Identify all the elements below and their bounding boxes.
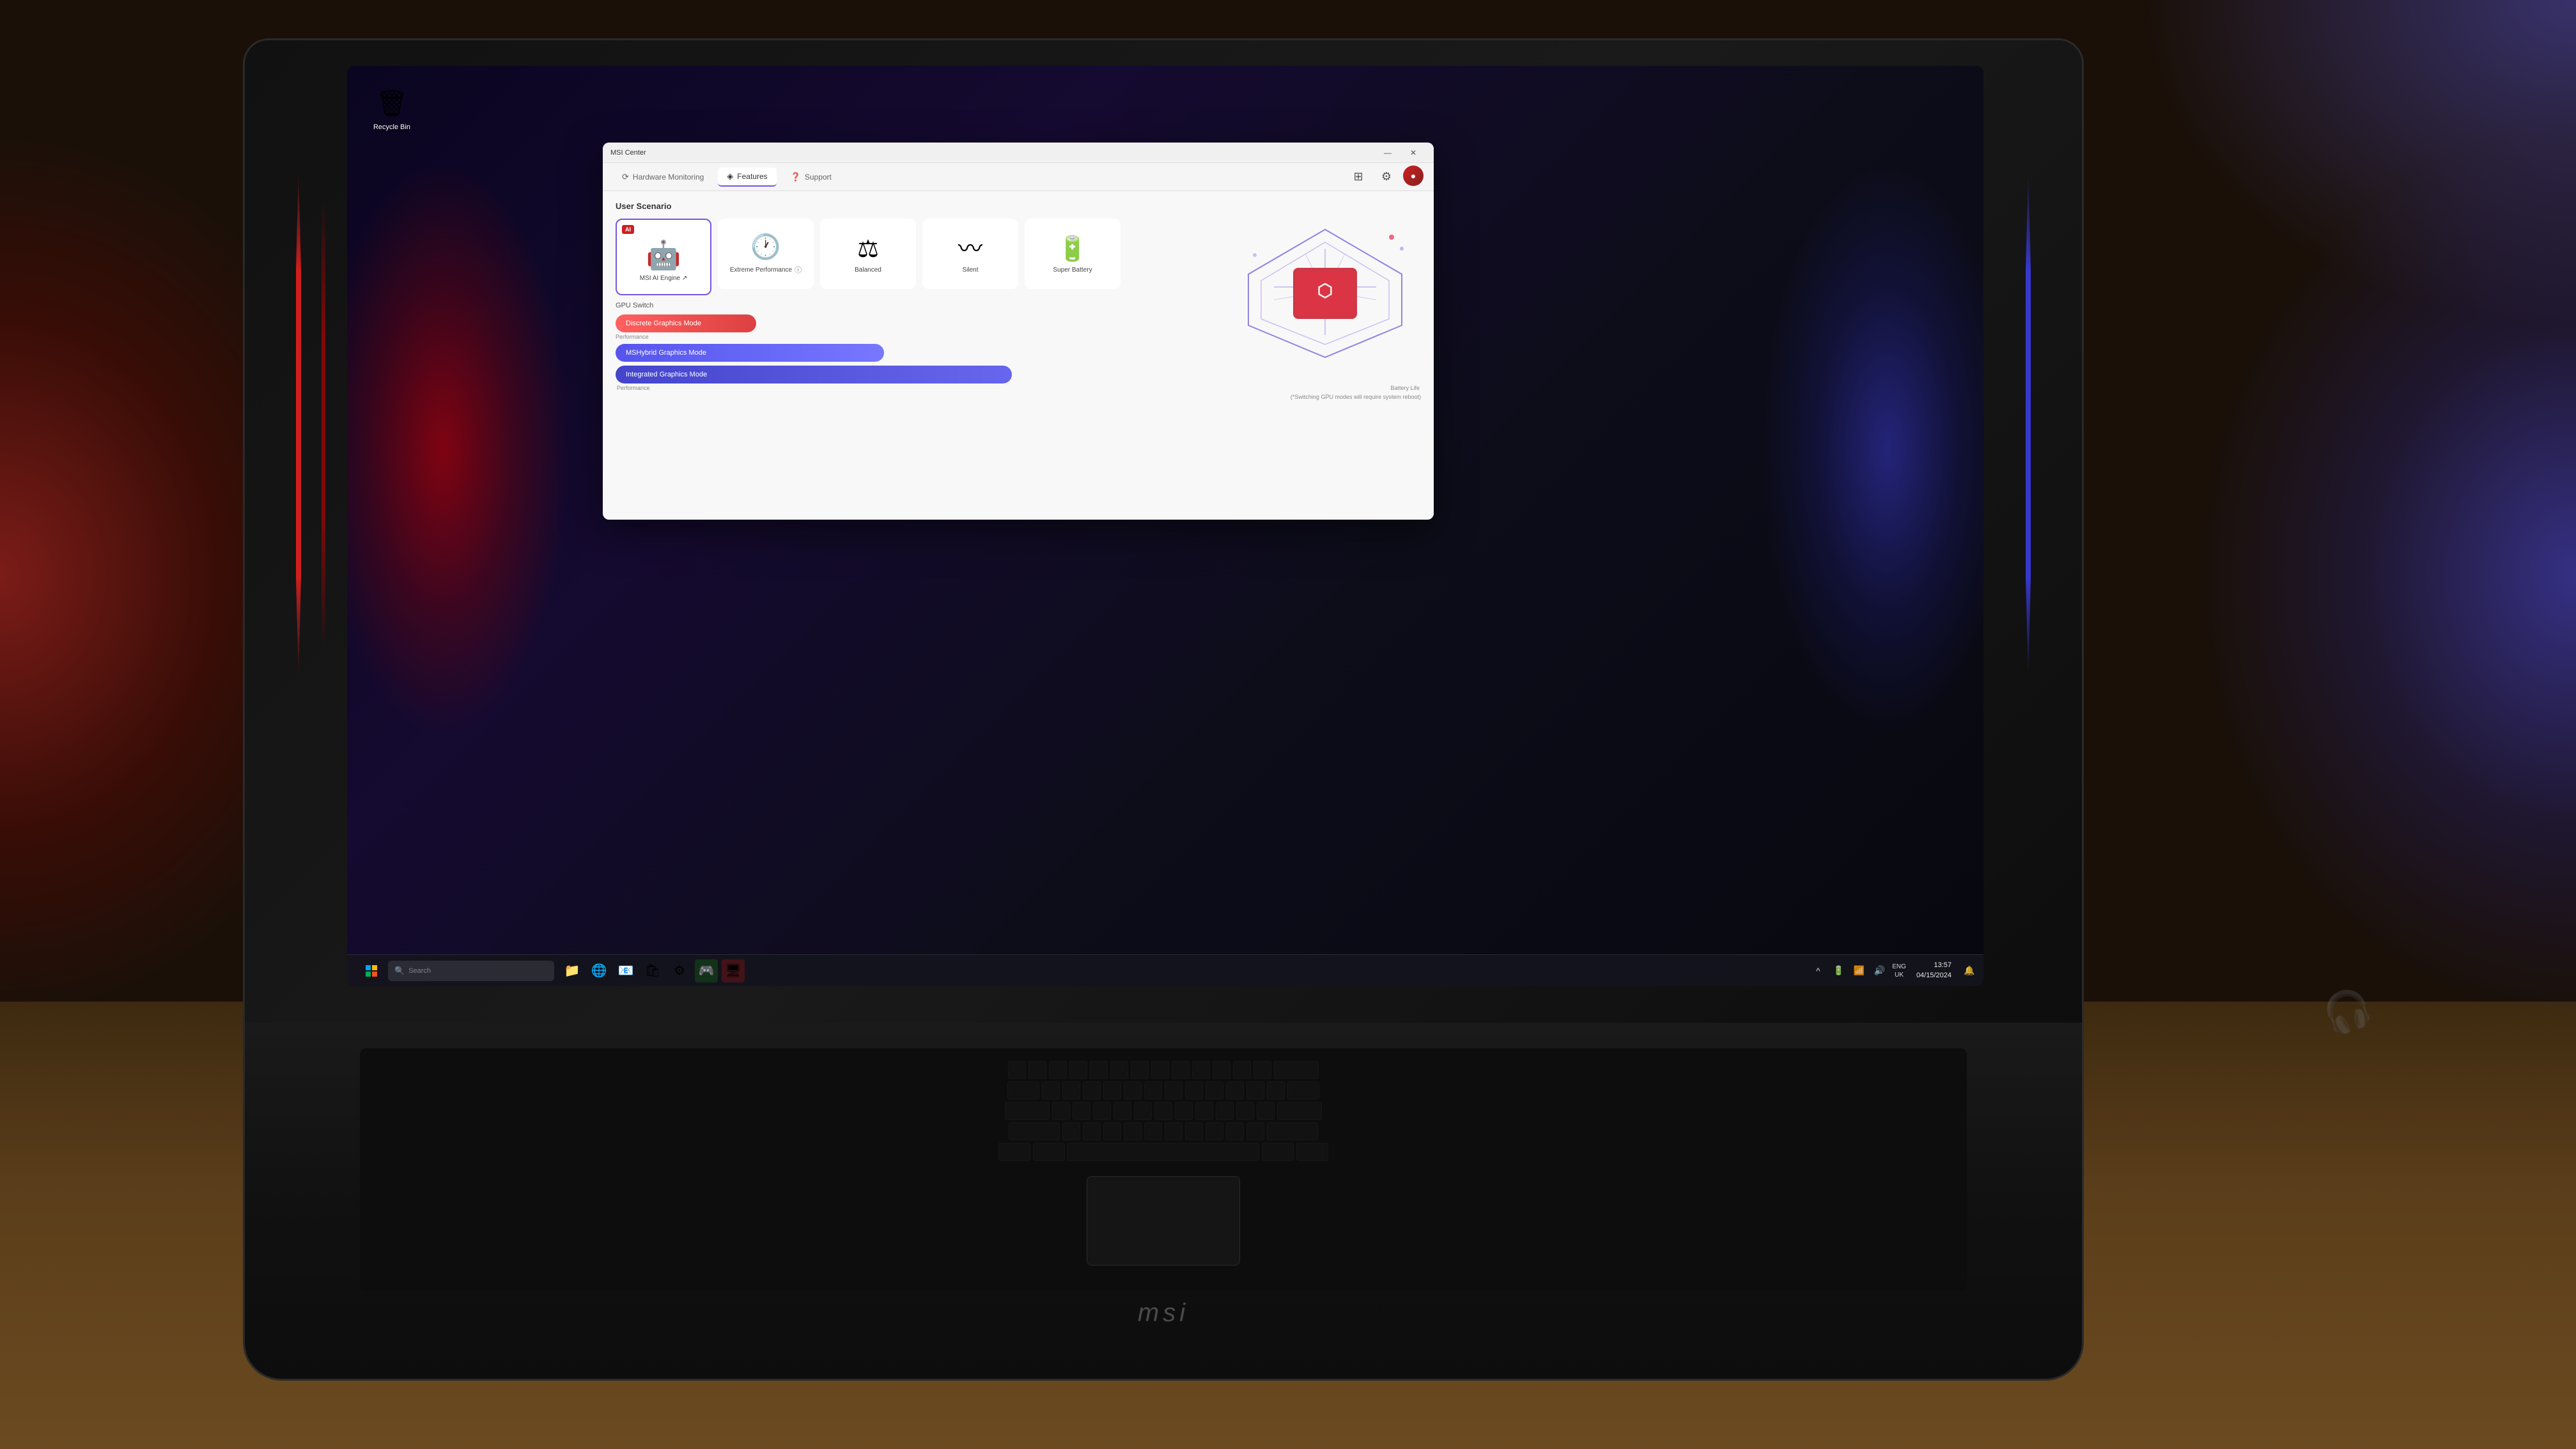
msi-center-taskbar-icon[interactable]: 🖥: [722, 959, 745, 982]
balance-icon: ⚖: [857, 237, 879, 261]
tab-hardware-label: Hardware Monitoring: [633, 173, 704, 182]
laptop: 🗑 Recycle Bin MSI Center — ✕ ⟳: [243, 38, 2084, 1381]
laptop-base: msi: [243, 1023, 2084, 1381]
integrated-gpu-button[interactable]: Integrated Graphics Mode: [616, 366, 1012, 384]
lid-accent-right: [2026, 168, 2031, 679]
scenario-cards-grid: 🕐 Extreme Performance ⓘ ⚖ Balanced: [718, 219, 1121, 295]
silent-label: Silent: [962, 267, 978, 274]
settings-button[interactable]: ⚙: [1375, 166, 1398, 189]
gpu-battery-text: Battery Life: [1390, 385, 1420, 391]
avatar-img: ●: [1411, 171, 1416, 181]
tab-support-label: Support: [805, 173, 832, 182]
tray-volume[interactable]: 🔊: [1872, 963, 1887, 979]
user-scenario-label: User Scenario: [616, 201, 1421, 211]
waves-icon: 〰: [958, 237, 982, 261]
search-icon: 🔍: [394, 966, 405, 976]
laptop-lid: 🗑 Recycle Bin MSI Center — ✕ ⟳: [243, 38, 2084, 1048]
user-avatar[interactable]: ●: [1403, 166, 1424, 186]
gpu-row-labels: Performance Battery Life: [616, 384, 1421, 391]
tray-chevron[interactable]: ^: [1810, 963, 1826, 979]
balanced-card[interactable]: ⚖ Balanced: [820, 219, 916, 289]
taskbar: 🔍 Search 📁 🌐 📧 🛍 ⚙ 🎮 🖥 ^ 🔋: [347, 954, 1983, 986]
gauge-icon: 🕐: [750, 235, 780, 260]
tab-bar: ⟳ Hardware Monitoring ◈ Features ❓ Suppo…: [603, 163, 1434, 191]
lid-accent-left: [296, 168, 301, 679]
recycle-bin-label: Recycle Bin: [366, 123, 417, 131]
msi-logo: msi: [1138, 1299, 1189, 1328]
ai-card-label: MSI AI Engine ↗: [640, 275, 688, 282]
language-badge[interactable]: ENGUK: [1892, 963, 1906, 979]
clock-time: 13:57: [1916, 961, 1951, 970]
taskbar-app-folder[interactable]: 📁: [561, 959, 584, 982]
start-button[interactable]: [360, 959, 383, 982]
support-icon: ❓: [791, 172, 801, 182]
silent-card[interactable]: 〰 Silent: [922, 219, 1018, 289]
battery-icon: 🔋: [1057, 237, 1087, 261]
super-battery-card[interactable]: 🔋 Super Battery: [1025, 219, 1121, 289]
keyboard-area: [360, 1048, 1967, 1291]
taskbar-app-game[interactable]: 🎮: [695, 959, 718, 982]
ambient-top-right: [2065, 0, 2576, 384]
info-icon: ⓘ: [795, 265, 802, 275]
grid-icon: ⊞: [1353, 170, 1363, 183]
close-button[interactable]: ✕: [1401, 143, 1426, 163]
tab-features-label: Features: [737, 172, 767, 181]
mshybrid-gpu-button[interactable]: MSHybrid Graphics Mode: [616, 344, 884, 362]
window-controls: — ✕: [1375, 143, 1426, 163]
notification-icon[interactable]: 🔔: [1962, 963, 1977, 979]
integrated-option[interactable]: Integrated Graphics Mode: [616, 366, 1421, 384]
search-placeholder: Search: [408, 967, 431, 975]
ambient-right: [2192, 128, 2576, 1023]
extreme-performance-card[interactable]: 🕐 Extreme Performance ⓘ: [718, 219, 814, 289]
super-battery-label: Super Battery: [1053, 267, 1092, 274]
gpu-perf-text: Performance: [617, 385, 650, 391]
tray-battery[interactable]: 🔋: [1831, 963, 1846, 979]
taskbar-app-edge[interactable]: 🌐: [587, 959, 610, 982]
taskbar-app-settings[interactable]: ⚙: [668, 959, 691, 982]
minimize-button[interactable]: —: [1375, 143, 1401, 163]
hardware-monitoring-icon: ⟳: [622, 172, 629, 182]
recycle-bin-img: 🗑: [374, 85, 410, 121]
taskbar-app-icons: 📁 🌐 📧 🛍 ⚙ 🎮 🖥: [561, 959, 745, 982]
balanced-label: Balanced: [855, 267, 881, 274]
taskbar-app-mail[interactable]: 📧: [614, 959, 637, 982]
wallpaper-glow-left: [347, 162, 571, 737]
window-titlebar: MSI Center — ✕: [603, 143, 1434, 163]
tab-features[interactable]: ◈ Features: [718, 167, 776, 187]
windows-logo-icon: [366, 965, 377, 977]
tab-support[interactable]: ❓ Support: [782, 168, 841, 186]
window-title: MSI Center: [610, 149, 646, 157]
gpu-note: (*Switching GPU modes will require syste…: [616, 394, 1421, 400]
tab-hardware-monitoring[interactable]: ⟳ Hardware Monitoring: [613, 168, 713, 186]
grid-view-button[interactable]: ⊞: [1347, 166, 1370, 189]
recycle-bin-icon[interactable]: 🗑 Recycle Bin: [366, 85, 417, 131]
taskbar-search[interactable]: 🔍 Search: [388, 961, 554, 981]
trackpad[interactable]: [1087, 1176, 1240, 1266]
tray-network[interactable]: 📶: [1851, 963, 1866, 979]
ai-badge: AI: [622, 225, 634, 234]
ai-engine-card[interactable]: AI 🤖 MSI AI Engine ↗: [616, 219, 711, 295]
ai-icon: 🤖: [646, 242, 681, 270]
system-tray: ^ 🔋 📶 🔊 ENGUK 13:57 04/15/2024 🔔: [1810, 961, 1977, 980]
screen-bezel: 🗑 Recycle Bin MSI Center — ✕ ⟳: [347, 66, 1983, 986]
tab-actions: ⊞ ⚙ ●: [1347, 166, 1424, 189]
extreme-label: Extreme Performance ⓘ: [730, 265, 802, 275]
chip-illustration: ⬡: [1236, 223, 1415, 367]
taskbar-app-store[interactable]: 🛍: [641, 959, 664, 982]
svg-text:⬡: ⬡: [1317, 281, 1333, 300]
window-content: User Scenario: [603, 191, 1434, 520]
msi-center-window: MSI Center — ✕ ⟳ Hardware Monitoring ◈ F…: [603, 143, 1434, 520]
clock-date: 04/15/2024: [1916, 971, 1951, 980]
discrete-gpu-button[interactable]: Discrete Graphics Mode: [616, 314, 756, 332]
features-icon: ◈: [727, 171, 733, 182]
lid-accent-left2: [322, 200, 325, 647]
taskbar-clock[interactable]: 13:57 04/15/2024: [1911, 961, 1957, 980]
wallpaper-glow-right: [1760, 162, 1983, 737]
settings-icon: ⚙: [1381, 170, 1392, 183]
